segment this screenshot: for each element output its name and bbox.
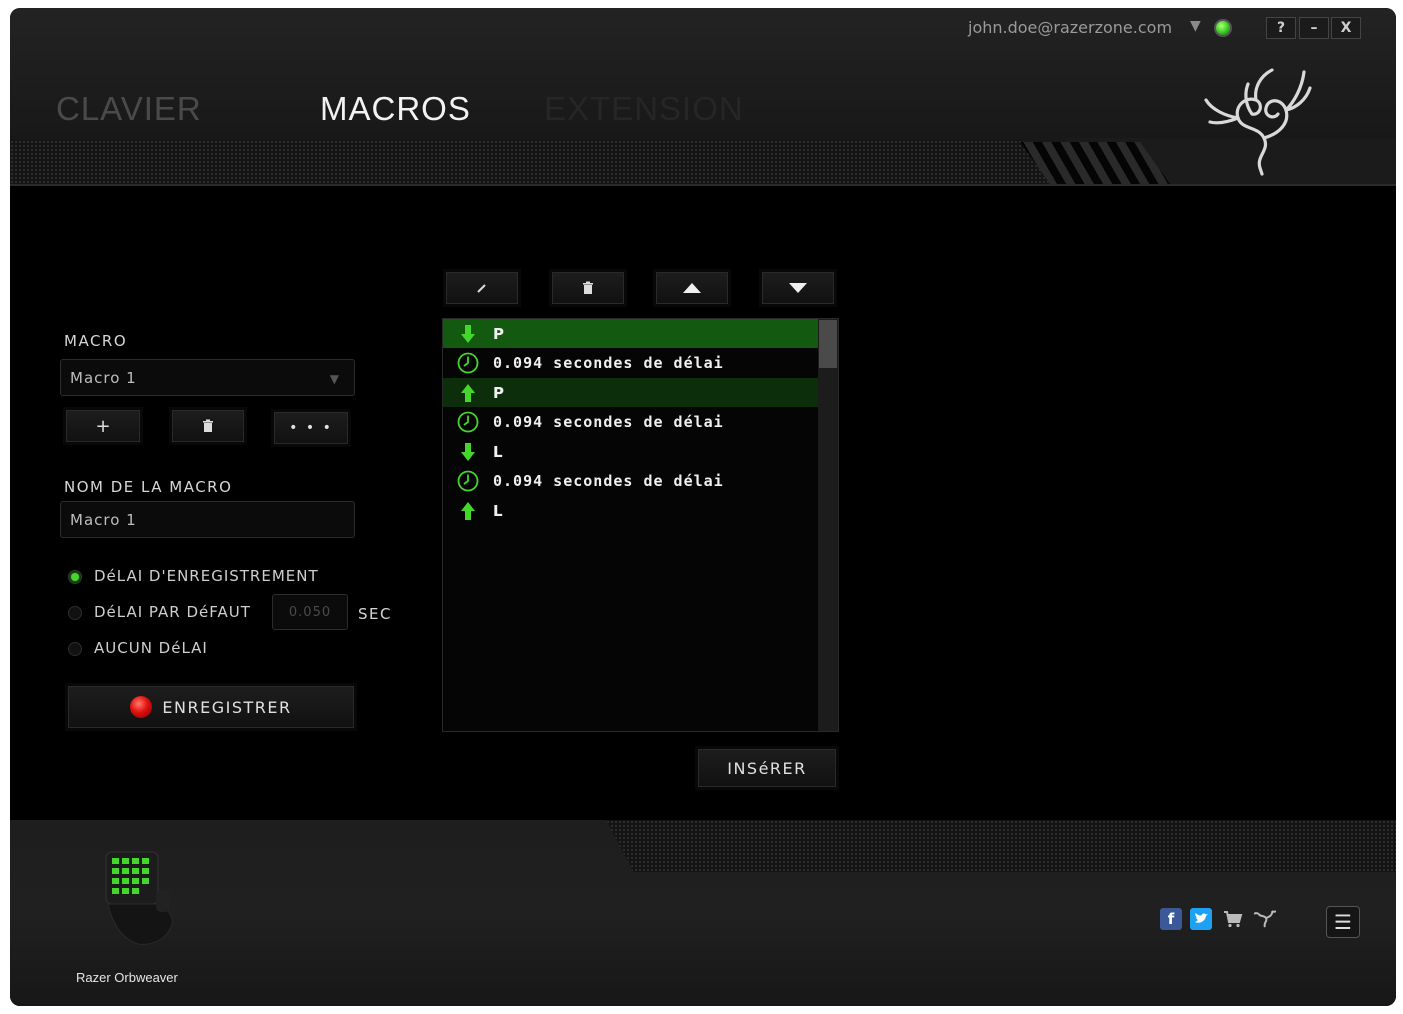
list-item[interactable]: P [443,319,819,348]
clock-icon [443,470,493,492]
list-item[interactable]: P [443,378,819,407]
arrow-down-icon [789,283,807,293]
twitter-icon[interactable] [1190,908,1212,930]
razer-icon[interactable] [1254,908,1276,930]
menu-icon[interactable]: ☰ [1326,906,1360,938]
record-button-label: ENREGISTRER [162,697,292,717]
key-down-arrow-icon [443,442,493,461]
add-macro-button[interactable]: + [66,410,140,442]
razer-synapse-window: CLAVIER MACROS EXTENSION john.doe@razerz… [10,8,1396,1006]
event-text: L [493,442,504,461]
facebook-icon[interactable]: f [1160,908,1182,930]
sec-label: SEC [358,605,392,623]
key-up-arrow-icon [443,383,493,402]
edit-button[interactable] [446,272,518,304]
event-text: 0.094 secondes de délai [493,471,724,490]
macro-name-label: NOM DE LA MACRO [64,478,233,496]
arrow-up-icon [683,283,701,293]
scrollbar[interactable] [818,319,838,731]
footer [10,820,1396,1006]
tab-macros[interactable]: MACROS [320,90,471,128]
pencil-icon [477,284,486,293]
macro-name-value: Macro 1 [70,510,137,529]
move-down-button[interactable] [762,272,834,304]
insert-button[interactable]: INSéRER [698,749,836,787]
macro-name-input[interactable]: Macro 1 [60,501,355,538]
record-button[interactable]: ENREGISTRER [68,686,354,728]
clock-icon [443,411,493,433]
macro-select-value: Macro 1 [70,368,137,387]
radio-default-delay[interactable] [68,606,82,620]
trash-icon [203,419,213,432]
chevron-down-icon[interactable]: ▼ [1190,18,1201,34]
macro-select[interactable]: Macro 1 ▼ [60,359,355,396]
radio-no-delay-label[interactable]: AUCUN DéLAI [94,639,208,657]
move-up-button[interactable] [656,272,728,304]
radio-record-delay-label[interactable]: DéLAI D'ENREGISTREMENT [94,567,319,585]
radio-default-delay-label[interactable]: DéLAI PAR DéFAUT [94,603,251,621]
default-delay-input[interactable]: 0.050 [272,594,348,630]
cart-icon[interactable] [1222,908,1244,930]
event-text: 0.094 secondes de délai [493,412,724,431]
record-icon [130,696,153,718]
close-button[interactable]: X [1331,17,1361,39]
delete-event-button[interactable] [552,272,624,304]
delete-macro-button[interactable] [172,410,244,442]
device-image[interactable] [98,846,178,956]
list-item[interactable]: 0.094 secondes de délai [443,407,819,436]
clock-icon [443,352,493,374]
more-options-button[interactable]: • • • [274,412,348,444]
key-down-arrow-icon [443,324,493,343]
macro-event-list[interactable]: P 0.094 secondes de délai P 0.094 second… [442,318,839,732]
tab-extension[interactable]: EXTENSION [544,90,744,128]
radio-record-delay[interactable] [68,570,82,584]
user-email[interactable]: john.doe@razerzone.com [968,18,1172,37]
online-status-icon [1214,19,1232,37]
key-up-arrow-icon [443,501,493,520]
chevron-down-icon: ▼ [329,372,340,386]
event-text: P [493,383,505,402]
event-text: 0.094 secondes de délai [493,353,724,372]
list-item[interactable]: L [443,437,819,466]
razer-logo-icon [1204,68,1312,176]
event-text: L [493,501,504,520]
tab-clavier[interactable]: CLAVIER [56,90,202,128]
macro-label: MACRO [64,332,128,350]
device-name: Razer Orbweaver [76,970,178,985]
event-text: P [493,324,505,343]
radio-no-delay[interactable] [68,642,82,656]
minimize-button[interactable]: – [1299,17,1329,39]
trash-icon [583,281,593,294]
help-button[interactable]: ? [1266,17,1296,39]
list-item[interactable]: 0.094 secondes de délai [443,348,819,377]
list-item[interactable]: L [443,496,819,525]
scrollbar-thumb[interactable] [819,320,837,368]
list-item[interactable]: 0.094 secondes de délai [443,466,819,495]
